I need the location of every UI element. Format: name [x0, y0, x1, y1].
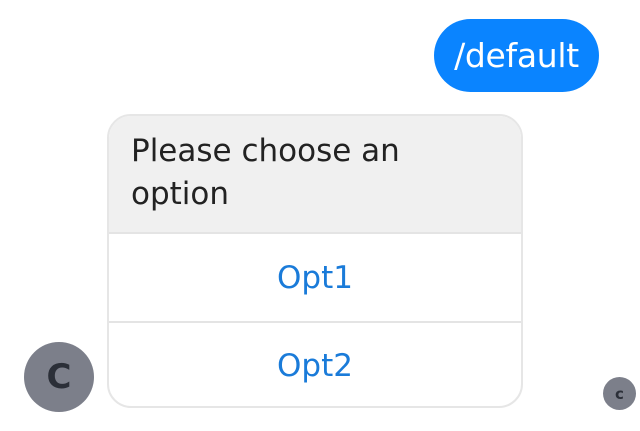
chat-conversation: /default Please choose an option Opt1 Op… — [0, 0, 640, 431]
option-button-opt2[interactable]: Opt2 — [109, 321, 521, 406]
read-receipt-avatar: c — [603, 377, 636, 410]
outgoing-message-bubble: /default — [434, 19, 599, 92]
quick-reply-card: Please choose an option Opt1 Opt2 — [107, 114, 523, 408]
card-prompt-text: Please choose an option — [109, 116, 521, 234]
option-button-opt1[interactable]: Opt1 — [109, 234, 521, 321]
bot-avatar: C — [24, 342, 94, 412]
